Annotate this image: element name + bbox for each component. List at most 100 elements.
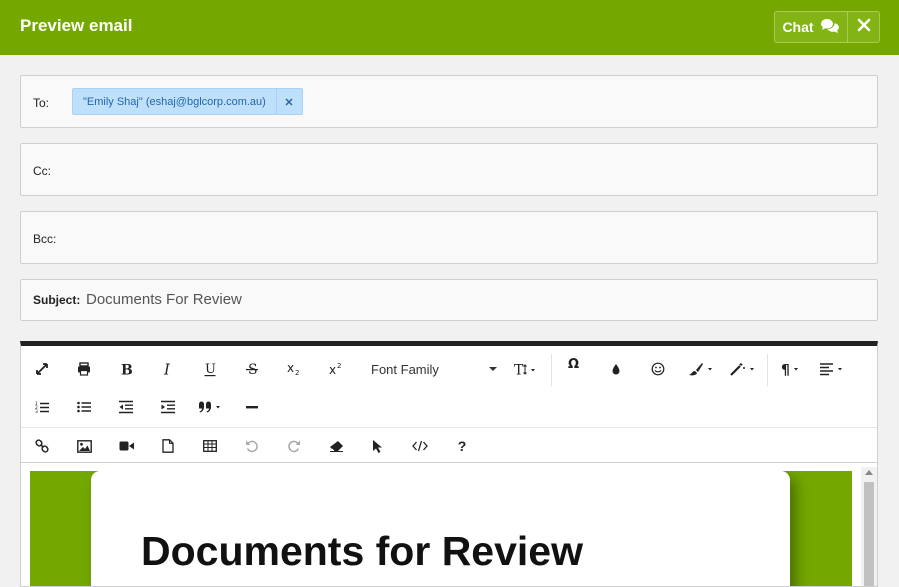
outdent-icon (119, 400, 133, 414)
subject-input[interactable]: Documents For Review (86, 291, 242, 308)
paint-brush-icon (689, 363, 712, 376)
help-icon: ? (457, 438, 467, 454)
paint-brush-button[interactable] (681, 350, 723, 388)
cc-label: Cc: (33, 164, 51, 178)
font-size-button[interactable]: T (507, 350, 547, 388)
image-icon (76, 439, 92, 453)
help-button[interactable]: ? (443, 427, 481, 465)
special-character-button[interactable]: Ω (555, 346, 593, 382)
underline-button[interactable]: U (191, 350, 229, 388)
text-color-button[interactable] (597, 350, 635, 388)
toolbar-row-2: 123 (21, 388, 877, 426)
header-button-group: Chat (774, 11, 880, 43)
chat-button[interactable]: Chat (775, 12, 848, 42)
editor-scrollbar[interactable] (861, 467, 877, 586)
strikethrough-button[interactable]: S (233, 350, 271, 388)
paragraph-format-button[interactable]: ¶ (773, 350, 815, 388)
toolbar-row-1: B I U S x2 x2 Font Family T Ω (21, 350, 877, 388)
to-label: To: (33, 96, 50, 110)
underline-icon: U (204, 362, 216, 377)
emoticons-button[interactable] (639, 350, 677, 388)
svg-text:I: I (163, 362, 171, 376)
magic-wand-icon (730, 363, 754, 376)
unordered-list-button[interactable] (65, 388, 103, 426)
quote-button[interactable] (191, 388, 233, 426)
insert-table-button[interactable] (191, 427, 229, 465)
modal-header: Preview email Chat (0, 0, 899, 55)
remove-icon (285, 97, 293, 106)
superscript-icon: x2 (329, 362, 341, 376)
recipient-chip-text: "Emily Shaj" (eshaj@bglcorp.com.au) (83, 95, 266, 108)
svg-text:3: 3 (35, 409, 38, 414)
insert-video-button[interactable] (107, 427, 145, 465)
bcc-field[interactable]: Bcc: (20, 211, 878, 264)
font-family-label: Font Family (371, 361, 439, 377)
toolbar-separator (551, 354, 552, 386)
italic-button[interactable]: I (149, 350, 187, 388)
bold-icon: B (121, 363, 133, 377)
to-field[interactable]: To: "Emily Shaj" (eshaj@bglcorp.com.au) (20, 75, 878, 128)
scroll-up-arrow-icon[interactable] (865, 470, 873, 475)
unordered-list-icon (77, 401, 91, 413)
remove-recipient-button[interactable] (275, 89, 302, 114)
svg-text:T: T (514, 363, 524, 377)
align-icon (820, 363, 842, 376)
insert-file-button[interactable] (149, 427, 187, 465)
outdent-button[interactable] (107, 388, 145, 426)
email-heading: Documents for Review (141, 528, 583, 574)
email-content-card: Documents for Review (91, 471, 790, 586)
quote-icon (199, 401, 220, 413)
cc-field[interactable]: Cc: (20, 143, 878, 196)
horizontal-line-button[interactable] (233, 388, 271, 426)
undo-button[interactable] (233, 427, 271, 465)
svg-text:B: B (121, 363, 133, 377)
ordered-list-button[interactable]: 123 (23, 388, 61, 426)
link-icon (35, 439, 49, 453)
color-icon (612, 364, 620, 375)
clear-formatting-button[interactable] (317, 427, 355, 465)
subject-field[interactable]: Subject: Documents For Review (20, 279, 878, 321)
subscript-button[interactable]: x2 (275, 350, 313, 388)
select-all-icon (373, 439, 382, 453)
close-button[interactable] (848, 12, 879, 42)
svg-text:2: 2 (337, 362, 341, 370)
svg-text:¶: ¶ (781, 363, 790, 377)
subject-label: Subject: (33, 293, 81, 307)
video-icon (119, 441, 134, 451)
magic-wand-button[interactable] (723, 350, 765, 388)
horizontal-line-icon (246, 406, 258, 409)
fullscreen-button[interactable] (23, 350, 61, 388)
subscript-icon: x2 (287, 362, 299, 376)
clear-formatting-icon (329, 441, 343, 452)
insert-link-button[interactable] (23, 427, 61, 465)
toolbar-row-3: ? (21, 427, 877, 465)
chat-bubbles-icon (820, 18, 840, 37)
modal-title: Preview email (20, 16, 133, 35)
table-icon (203, 440, 217, 452)
ordered-list-icon: 123 (35, 401, 49, 414)
bold-button[interactable]: B (107, 350, 145, 388)
insert-image-button[interactable] (65, 427, 103, 465)
bcc-label: Bcc: (33, 232, 57, 246)
recipient-chip: "Emily Shaj" (eshaj@bglcorp.com.au) (72, 88, 303, 115)
code-view-button[interactable] (401, 427, 439, 465)
svg-text:U: U (205, 362, 216, 377)
select-all-button[interactable] (359, 427, 397, 465)
svg-text:x: x (329, 363, 336, 376)
email-body-preview[interactable]: Documents for Review (30, 471, 852, 586)
svg-text:2: 2 (295, 369, 299, 376)
special-character-icon: Ω (568, 357, 579, 370)
scrollbar-thumb[interactable] (864, 482, 874, 586)
print-icon (78, 362, 90, 376)
redo-button[interactable] (275, 427, 313, 465)
indent-button[interactable] (149, 388, 187, 426)
svg-text:x: x (287, 362, 294, 375)
indent-icon (161, 400, 175, 414)
superscript-button[interactable]: x2 (317, 350, 355, 388)
fullscreen-icon (36, 363, 48, 375)
print-button[interactable] (65, 350, 103, 388)
italic-icon: I (163, 362, 171, 376)
align-button[interactable] (813, 350, 855, 388)
font-family-dropdown[interactable]: Font Family (361, 350, 501, 388)
toolbar-separator (767, 354, 768, 386)
